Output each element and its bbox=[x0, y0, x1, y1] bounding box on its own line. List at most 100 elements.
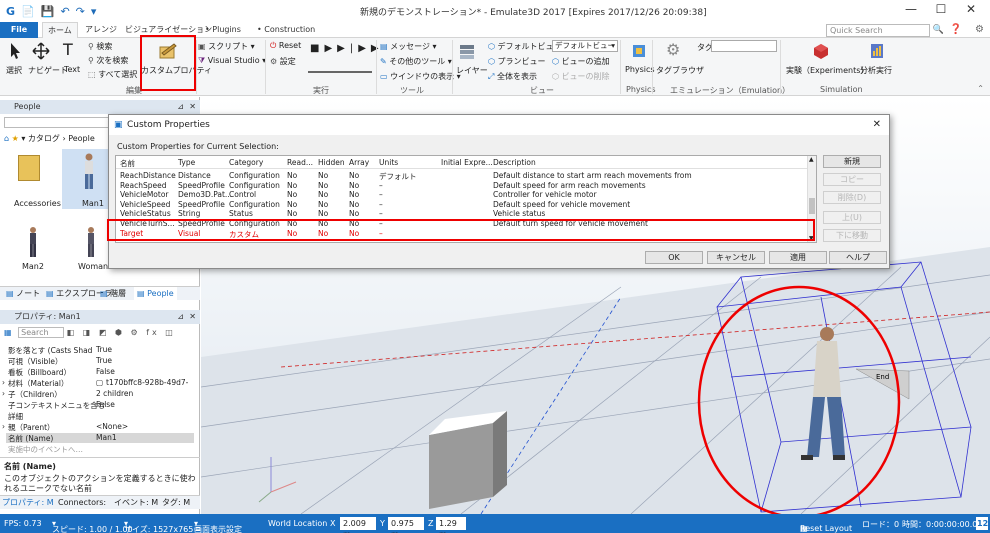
expand-icon[interactable]: › bbox=[2, 378, 5, 387]
box-object[interactable] bbox=[429, 411, 507, 509]
prop-row[interactable]: 看板（Billboard） False bbox=[6, 367, 194, 377]
customize-quick-access-icon[interactable]: ▾ bbox=[91, 5, 97, 18]
prop-row[interactable]: › 子（Children） 2 children bbox=[2, 389, 194, 399]
people-item-man2[interactable]: Man2 bbox=[22, 262, 44, 271]
prop-row[interactable]: 詳細 bbox=[6, 411, 194, 421]
analysis-button[interactable]: 分析実行 bbox=[860, 65, 892, 76]
search-command[interactable]: ⚲ 検索 bbox=[88, 41, 112, 52]
search-icon[interactable]: 🔍 bbox=[933, 25, 944, 35]
people-item-accessories[interactable]: Accessories bbox=[14, 199, 61, 208]
text-button[interactable]: Text bbox=[64, 65, 80, 74]
ok-button[interactable]: OK bbox=[645, 251, 703, 264]
help-button[interactable]: ヘルプ bbox=[829, 251, 887, 264]
redo-icon[interactable]: ↷ bbox=[76, 5, 85, 18]
move-down-button[interactable]: 下に移動 bbox=[823, 229, 881, 242]
tab-tags[interactable]: タグ: M bbox=[162, 496, 190, 509]
save-icon[interactable]: 💾 bbox=[41, 5, 55, 18]
y-coordinate-field[interactable]: 0.975 m bbox=[388, 517, 424, 533]
col-type[interactable]: Type bbox=[178, 158, 195, 167]
col-units[interactable]: Units bbox=[379, 158, 398, 167]
copy-property-button[interactable]: コピー bbox=[823, 173, 881, 186]
delete-property-button[interactable]: 削除(D) bbox=[823, 191, 881, 204]
tag-browser-button[interactable]: タグブラウザ bbox=[656, 65, 704, 76]
prop-row[interactable]: 実施中のイベントへ… bbox=[6, 444, 194, 454]
window-display-dropdown[interactable]: ▭ ウインドウの表示 ▾ bbox=[380, 71, 461, 82]
stop-icon[interactable]: ■ bbox=[310, 43, 324, 54]
tab-note[interactable]: ▤ ノート bbox=[6, 287, 40, 301]
navigate-button[interactable]: ナビゲート bbox=[28, 65, 68, 76]
play-icon[interactable]: ▶ bbox=[324, 43, 337, 54]
settings-icon[interactable]: ⚙ bbox=[975, 24, 984, 35]
dialog-close-icon[interactable]: ✕ bbox=[873, 115, 881, 135]
prop-row[interactable]: 子コンテキストメニュを含む False bbox=[6, 400, 194, 410]
table-row[interactable]: VehicleStatus String Status No No No – Vehicle … bbox=[116, 209, 806, 219]
script-dropdown[interactable]: ▣ スクリプト ▾ bbox=[198, 41, 255, 52]
maximize-button[interactable]: ☐ bbox=[926, 2, 956, 16]
col-description[interactable]: Description bbox=[493, 158, 536, 167]
settings-button[interactable]: ⚙ 設定 bbox=[270, 56, 296, 67]
tab-layers[interactable]: ▤ 階層 bbox=[100, 287, 126, 301]
x-coordinate-field[interactable]: 2.009 m bbox=[340, 517, 376, 533]
tab-events[interactable]: イベント: M bbox=[114, 496, 158, 509]
tab-people[interactable]: ▤ People bbox=[134, 287, 177, 301]
playback-controls[interactable]: ■▶▶|▶▶ bbox=[310, 43, 384, 54]
toolbar-buttons[interactable]: ◧ ◨ ◩ ⬢ ⚙ fx ◫ bbox=[67, 328, 176, 337]
prop-row[interactable]: › 親（Parent） <None> bbox=[2, 422, 194, 432]
speed-slider[interactable] bbox=[308, 71, 372, 73]
col-initial[interactable]: Initial Expre... bbox=[441, 158, 493, 167]
reset-button[interactable]: ⏻ Reset bbox=[270, 41, 301, 51]
panel-close-icon[interactable]: ✕ bbox=[189, 310, 196, 324]
table-row[interactable]: ReachSpeed SpeedProfile Configuration No No N… bbox=[116, 181, 806, 191]
message-dropdown[interactable]: ▤ メッセージ ▾ bbox=[380, 41, 437, 52]
home-icon[interactable]: ⌂ bbox=[4, 134, 9, 143]
pin-icon[interactable]: ⊿ bbox=[177, 310, 184, 324]
col-read[interactable]: Read... bbox=[287, 158, 313, 167]
col-name[interactable]: 名前 bbox=[120, 158, 135, 169]
move-up-button[interactable]: 上(U) bbox=[823, 211, 881, 224]
scroll-up-icon[interactable]: ▲ bbox=[809, 156, 814, 163]
table-row[interactable]: VehicleSpeed SpeedProfile Configuration No N… bbox=[116, 200, 806, 210]
help-icon[interactable]: ❓ bbox=[950, 24, 962, 35]
catalog-dropdown[interactable]: カタログ bbox=[28, 134, 60, 143]
grid-view-icon[interactable]: ▦ bbox=[4, 328, 12, 337]
col-category[interactable]: Category bbox=[229, 158, 263, 167]
star-icon[interactable]: ★ bbox=[12, 134, 19, 143]
select-all-command[interactable]: ⬚ すべて選択 bbox=[88, 69, 137, 80]
physics-button[interactable]: Physics bbox=[625, 65, 655, 74]
prop-row[interactable]: 影を落とす (Casts Shad True bbox=[6, 345, 194, 355]
col-hidden[interactable]: Hidden bbox=[318, 158, 345, 167]
default-view-command[interactable]: ⬡ デフォルトビュー bbox=[488, 41, 562, 52]
expand-icon[interactable]: › bbox=[2, 422, 5, 431]
z-coordinate-field[interactable]: 1.29 m bbox=[436, 517, 466, 533]
collapse-ribbon-icon[interactable]: ⌃ bbox=[977, 84, 984, 93]
undo-icon[interactable]: ↶ bbox=[60, 5, 69, 18]
panel-close-icon[interactable]: ✕ bbox=[189, 100, 196, 114]
visual-studio-dropdown[interactable]: ⧩ Visual Studio ▾ bbox=[198, 56, 266, 66]
tab-construction[interactable]: • Construction bbox=[252, 22, 320, 38]
view-select[interactable]: デフォルトビュー ▾ bbox=[552, 40, 618, 52]
breadcrumb-people[interactable]: People bbox=[68, 134, 95, 143]
tab-arrange[interactable]: アレンジ bbox=[80, 22, 122, 38]
scroll-thumb[interactable] bbox=[809, 198, 815, 214]
quick-search-input[interactable]: Quick Search bbox=[826, 24, 930, 37]
experiments-button[interactable]: 実験（Experiments） bbox=[786, 65, 868, 76]
size-readout[interactable]: サイズ: 1527x765 ▾ bbox=[124, 519, 193, 533]
add-view-command[interactable]: ⬡ ビューの追加 bbox=[552, 56, 610, 67]
tab-plugins[interactable]: • Plugins bbox=[200, 22, 246, 38]
prop-row[interactable]: › 材料（Material） ▢ t170bffc8-928b-49d7- bbox=[2, 378, 194, 388]
tab-file[interactable]: File bbox=[0, 22, 38, 38]
show-all-command[interactable]: ⤢ 全体を表示 bbox=[488, 71, 537, 82]
plan-view-command[interactable]: ⬡ プランビュー bbox=[488, 56, 546, 67]
prop-row[interactable]: 可視（Visible） True bbox=[6, 356, 194, 366]
notification-badge[interactable]: 12 bbox=[976, 517, 988, 530]
other-tools-dropdown[interactable]: ✎ その他のツール ▾ bbox=[380, 56, 452, 67]
tab-home[interactable]: ホーム bbox=[42, 22, 78, 38]
pin-icon[interactable]: ⊿ bbox=[177, 100, 184, 114]
table-row[interactable]: VehicleMotor Demo3D.Pat... Control No No No – C… bbox=[116, 190, 806, 200]
tab-connectors[interactable]: Connectors: bbox=[58, 496, 106, 509]
apply-button[interactable]: 適用 bbox=[769, 251, 827, 264]
step-icon[interactable]: ▶| bbox=[337, 43, 358, 54]
search-next-command[interactable]: ⚲ 次を検索 bbox=[88, 55, 128, 66]
close-button[interactable]: ✕ bbox=[956, 2, 986, 16]
new-property-button[interactable]: 新規 bbox=[823, 155, 881, 168]
